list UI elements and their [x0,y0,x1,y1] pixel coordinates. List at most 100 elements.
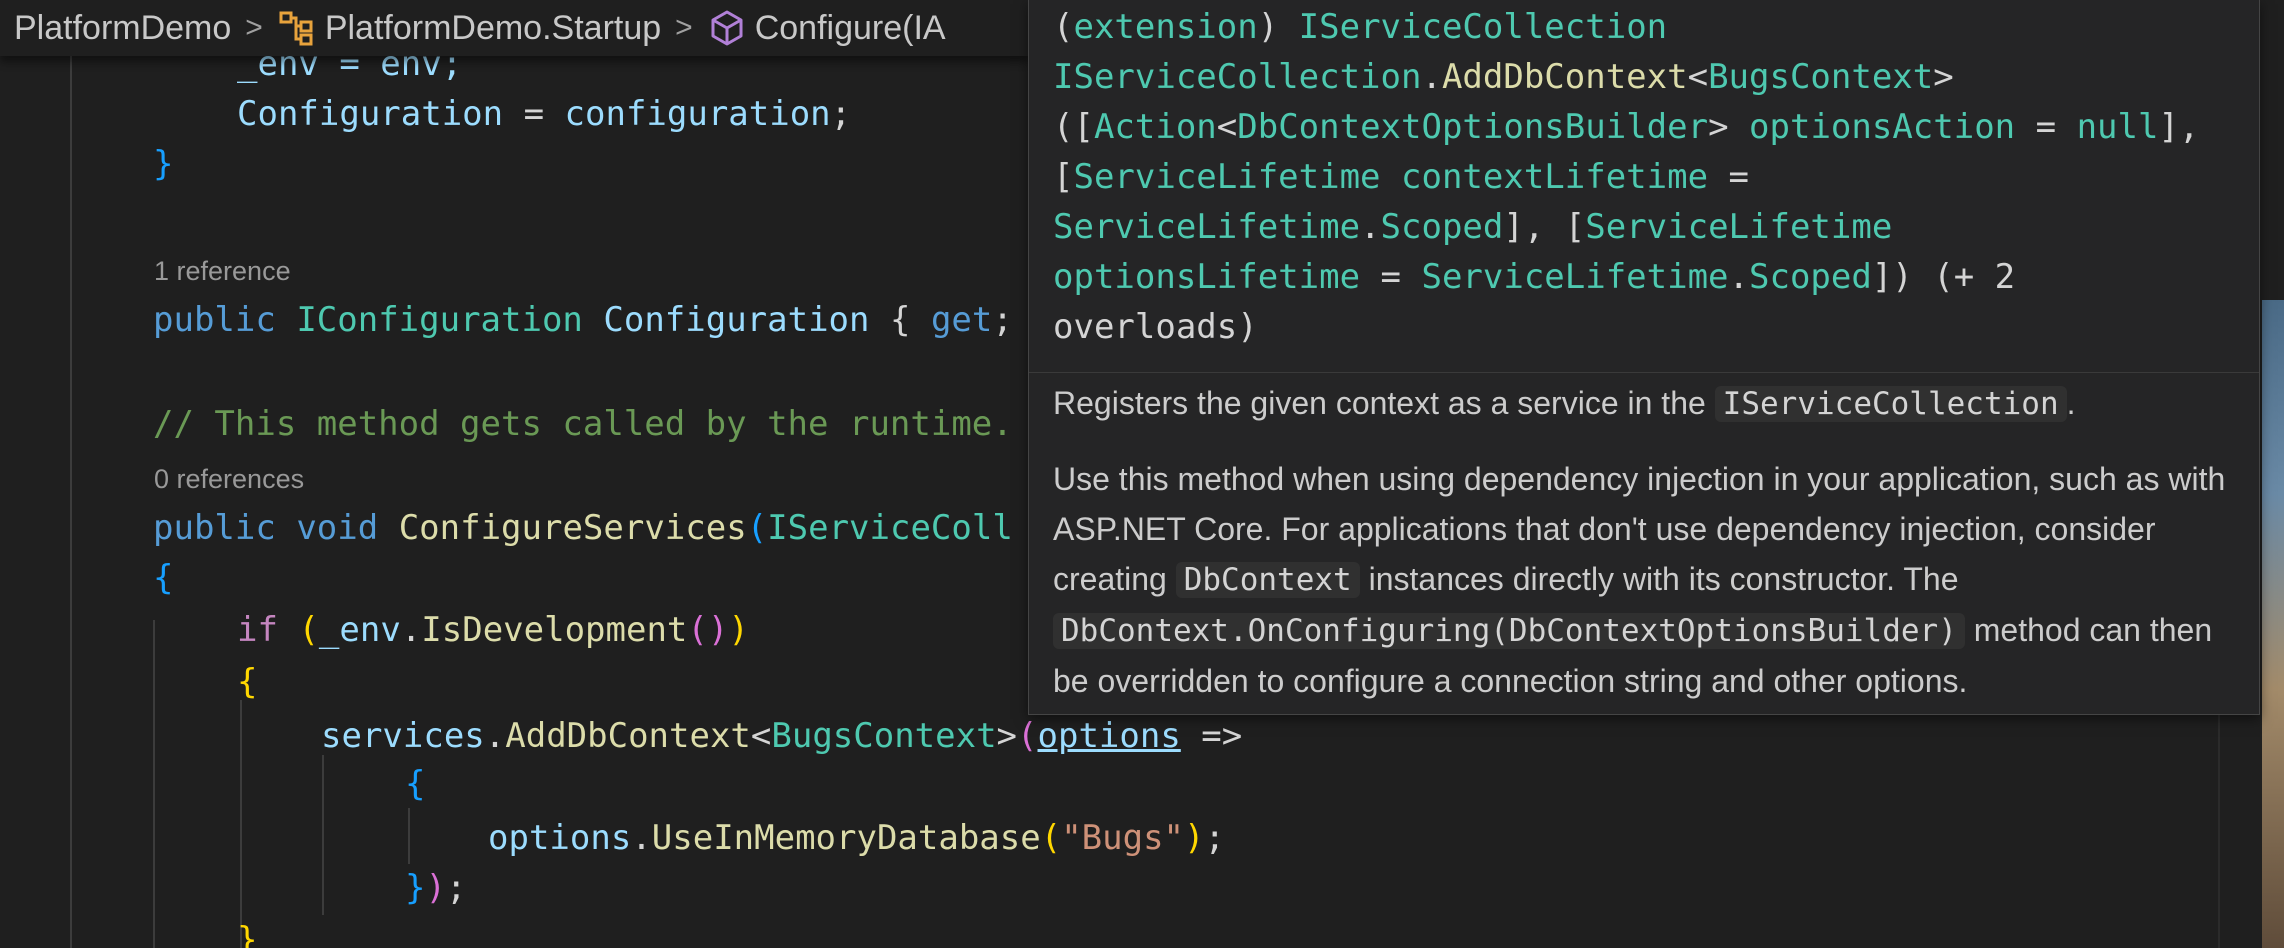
description-text: . [2066,385,2076,421]
code-line[interactable]: public void ConfigureServices(IServiceCo… [153,504,1013,552]
code-punct: ; [1204,818,1225,858]
breadcrumb-separator: > [675,11,693,44]
sig-punct: = [2015,107,2077,147]
code-variable: _env [318,610,401,650]
indent-guide [322,755,324,915]
code-brace: } [153,144,174,184]
code-punct: < [750,716,772,756]
code-paren: ) [425,868,446,908]
code-punct: ; [992,300,1013,340]
inline-code: DbContext [1175,562,1360,598]
code-comment: // This method gets called by the runtim… [153,404,1013,444]
sig-type: ServiceLifetime [1053,207,1361,247]
sig-punct: overloads) [1053,307,1258,347]
sig-parameter: optionsLifetime [1053,257,1361,297]
sig-punct: = [1360,257,1422,297]
code-line[interactable]: } [153,140,173,188]
code-brace: { [153,558,174,598]
sig-punct: < [1216,107,1238,147]
sig-type: ServiceLifetime [1585,207,1893,247]
sig-punct: ], [2158,107,2200,147]
code-line[interactable]: }); [405,864,466,912]
code-line[interactable]: { [237,658,257,706]
code-punct: . [484,716,506,756]
code-paren: ( [746,508,768,548]
breadcrumb-item-class[interactable]: PlatformDemo.Startup [325,9,661,48]
inline-code: DbContext.OnConfiguring(DbContextOptions… [1053,613,1965,649]
hover-tooltip: (extension) IServiceCollection IServiceC… [1028,0,2260,715]
code-paren: ( [1040,818,1062,858]
code-paren: () [687,610,729,650]
code-paren: ) [728,610,749,650]
code-line[interactable]: { [405,760,425,808]
sig-punct: [ [1053,157,1074,197]
inline-code: IServiceCollection [1714,386,2067,422]
sig-punct: ( [1053,7,1074,47]
breadcrumb-item-project[interactable]: PlatformDemo [14,9,231,48]
code-line[interactable]: Configuration = configuration; [237,90,851,138]
code-keyword: public [153,508,276,548]
code-operator: = [503,94,565,134]
code-line[interactable]: if (_env.IsDevelopment()) [237,606,749,654]
code-string: "Bugs" [1061,818,1185,858]
codelens-references[interactable]: 1 reference [154,256,291,287]
sig-punct: . [1360,207,1381,247]
class-icon [279,11,313,46]
sig-punct: ([ [1053,107,1094,147]
code-type: BugsContext [771,716,997,756]
sig-punct [1381,157,1401,197]
description-text: Registers the given context as a service… [1053,385,1706,421]
method-signature: (extension) IServiceCollection IServiceC… [1053,2,2253,352]
sig-punct: < [1687,57,1709,97]
code-brace: } [405,868,426,908]
code-keyword: public [153,300,276,340]
code-brace: { [237,662,258,702]
code-brace: { [889,300,911,340]
sig-keyword: null [2076,107,2159,147]
description-text: instances directly with its constructor.… [1368,561,1959,597]
code-brace: { [405,764,426,804]
code-punct: > [996,716,1018,756]
sig-type: BugsContext [1708,57,1934,97]
code-variable: options [488,818,632,858]
sig-punct: > [1933,57,1954,97]
breadcrumb-separator: > [245,11,263,44]
code-line[interactable]: services.AddDbContext<BugsContext>(optio… [321,712,1242,760]
code-variable: configuration [564,94,831,134]
breadcrumb: PlatformDemo > PlatformDemo.Startup > Co… [0,0,1030,56]
code-property: Configuration [603,300,870,340]
code-keyword: if [237,610,278,650]
indent-guide [153,620,155,948]
code-variable: services [321,716,485,756]
code-line[interactable]: { [153,554,173,602]
sig-punct: > [1708,107,1750,147]
code-line[interactable]: } [237,916,257,948]
code-paren: ( [298,610,319,650]
code-operator: => [1180,716,1243,756]
code-keyword: void [296,508,379,548]
code-type: IConfiguration [296,300,583,340]
sig-type: Action [1093,107,1217,147]
sig-method: AddDbContext [1441,57,1688,97]
code-punct: . [631,818,652,858]
hover-divider [1029,372,2259,373]
code-parameter-link[interactable]: options [1038,716,1181,756]
sig-punct: ], [ [1503,207,1586,247]
sig-type: ServiceLifetime [1073,157,1381,197]
code-line[interactable]: public IConfiguration Configuration { ge… [153,296,1013,344]
sig-type: IServiceCollection [1298,7,1668,47]
breadcrumb-item-method[interactable]: Configure(IA [755,9,946,48]
code-line[interactable]: options.UseInMemoryDatabase("Bugs"); [488,814,1225,862]
code-brace: } [237,920,258,948]
indent-guide [70,56,72,948]
code-line[interactable]: // This method gets called by the runtim… [153,400,1013,448]
code-keyword: get [930,300,993,340]
hover-description: Registers the given context as a service… [1053,378,2243,429]
sig-type: IServiceCollection [1053,57,1422,97]
hover-remarks: Use this method when using dependency in… [1053,454,2243,706]
sig-punct: . [1728,257,1749,297]
sig-value: Scoped [1749,257,1872,297]
code-paren: ( [1017,716,1038,756]
codelens-references[interactable]: 0 references [154,464,304,495]
sig-parameter: contextLifetime [1401,157,1709,197]
